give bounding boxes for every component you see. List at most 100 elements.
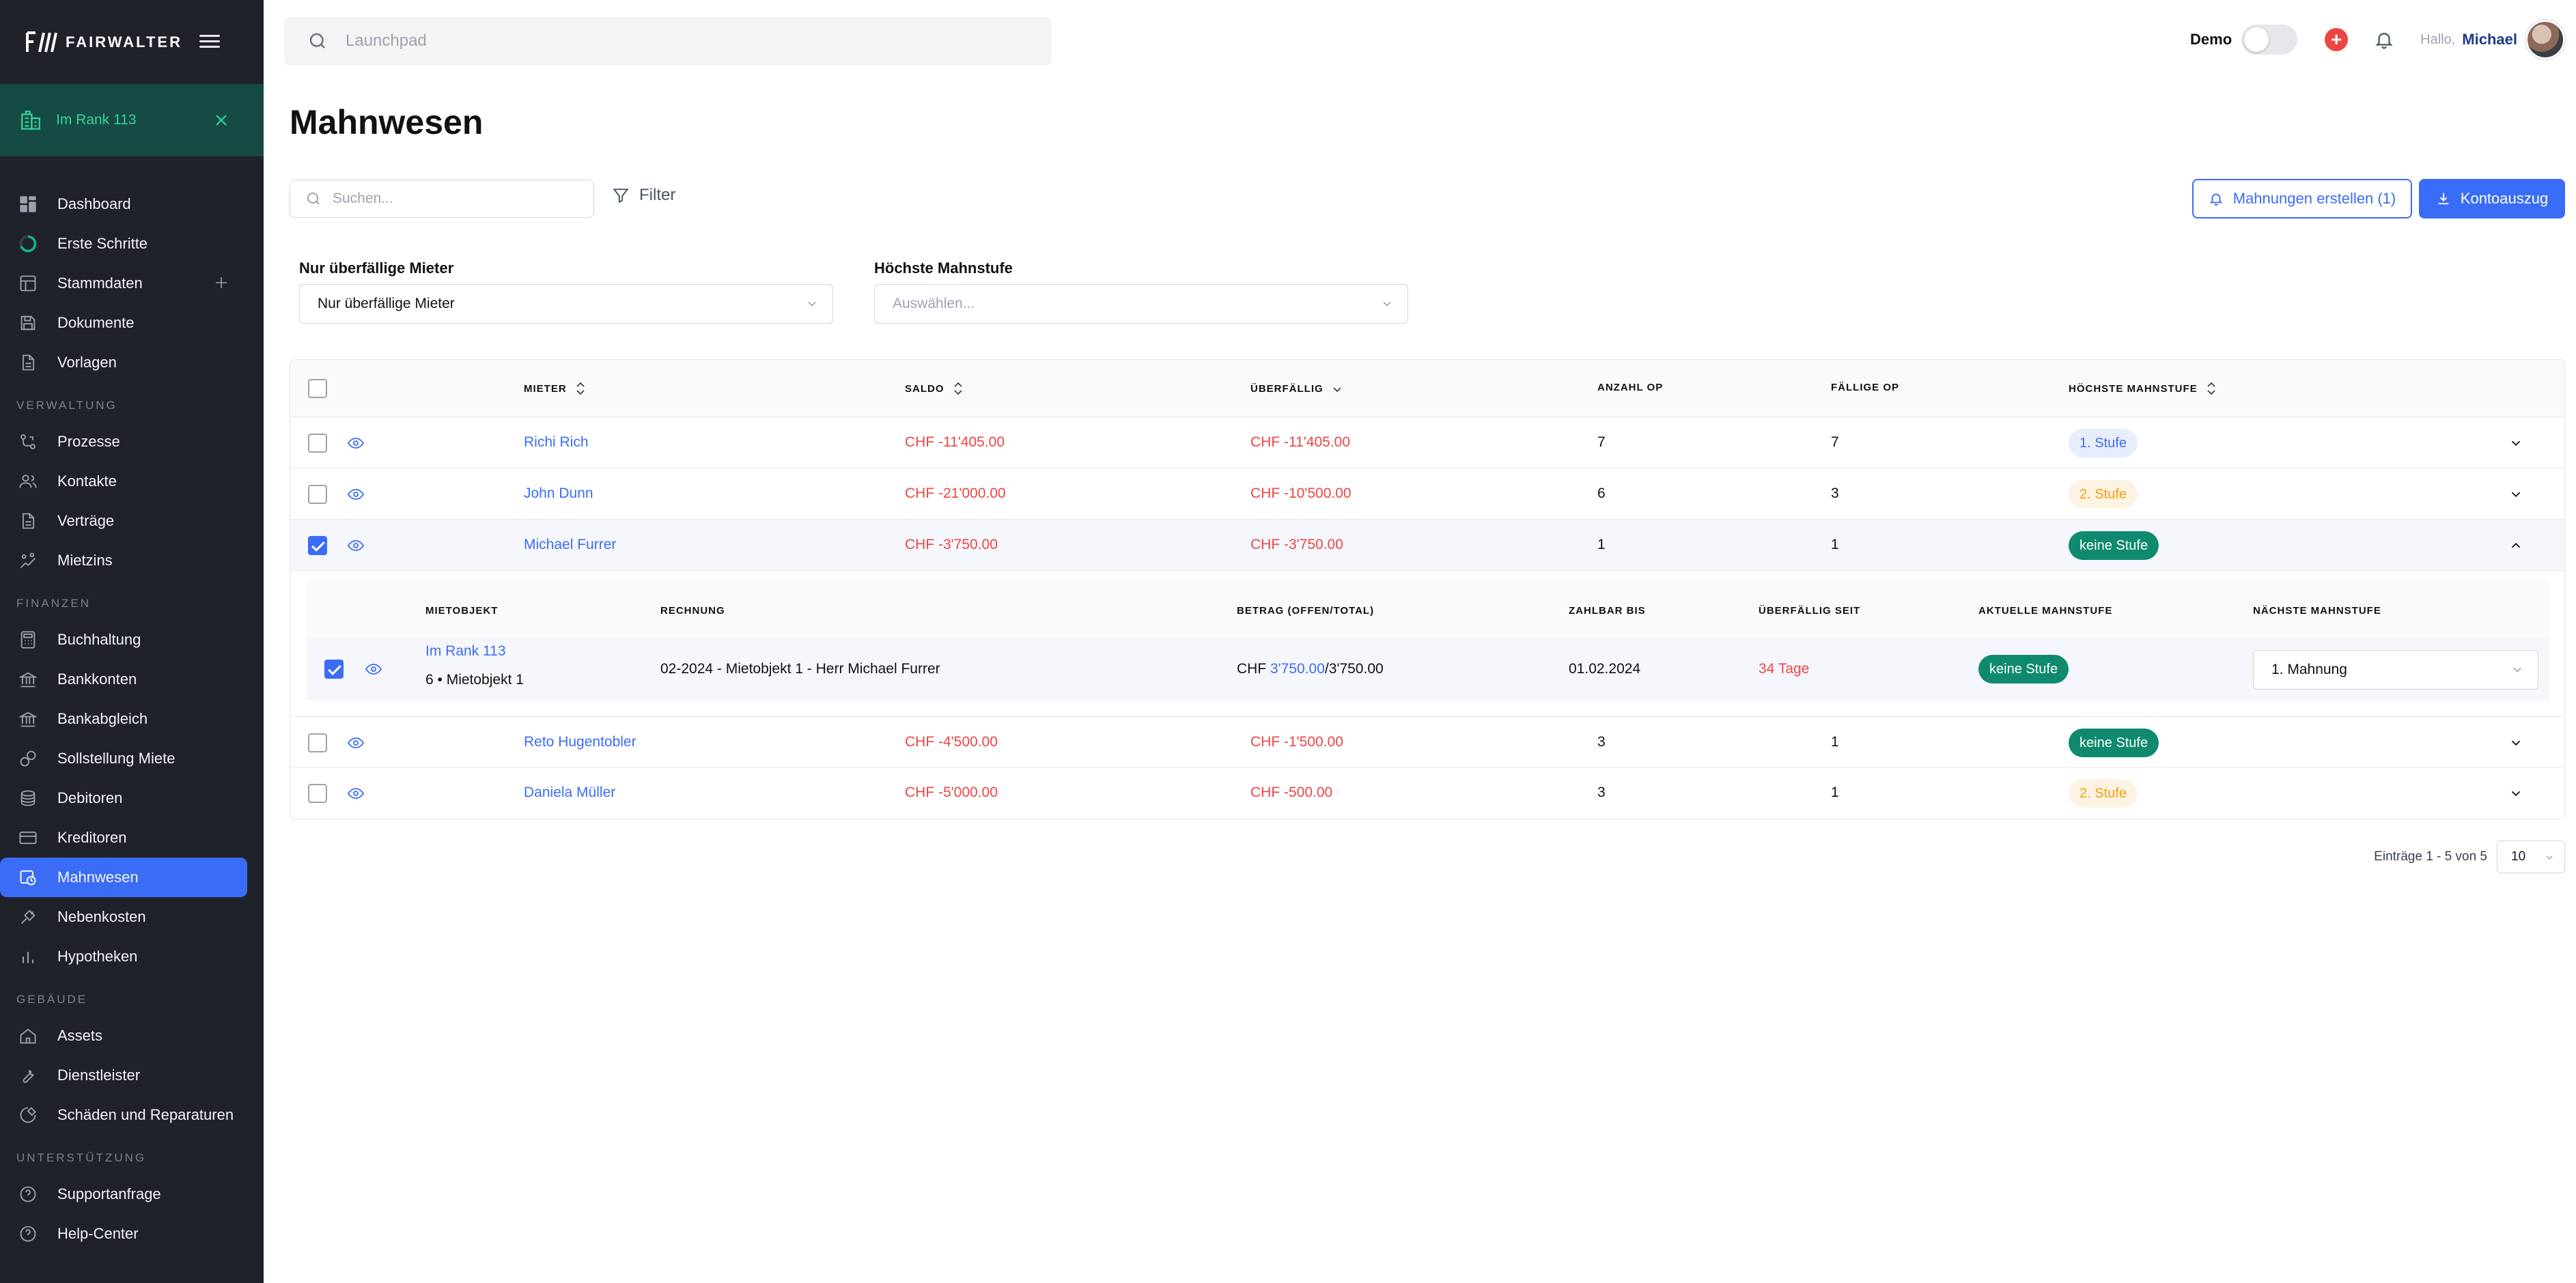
selected-property-banner[interactable]: Im Rank 113 [0,84,264,156]
quick-add-button[interactable]: + [2325,28,2349,51]
eye-icon[interactable] [364,661,383,677]
invoice-checkbox[interactable] [324,660,344,679]
sidebar-item-hypotheken[interactable]: Hypotheken [0,937,264,976]
invoice-row[interactable]: Im Rank 113 6 • Mietobjekt 1 02-2024 - M… [307,638,2549,701]
sidebar-item-bankkonten[interactable]: Bankkonten [0,660,264,699]
sidebar-item-prozesse[interactable]: Prozesse [0,422,264,462]
sidebar-item-kontakte[interactable]: Kontakte [0,462,264,501]
tenant-name[interactable]: Richi Rich [524,434,589,451]
column-header-label: ÜBERFÄLLIG [1250,382,1324,395]
tenant-name[interactable]: Daniela Müller [524,785,615,801]
sidebar-item-label: Mietzins [57,552,113,569]
sidebar-item-erste-schritte[interactable]: Erste Schritte [0,224,264,264]
process-icon [20,434,36,449]
sidebar-item-dokumente[interactable]: Dokumente [0,303,264,343]
column-header-ueberfaellig[interactable]: ÜBERFÄLLIG [1250,382,1343,395]
row-checkbox[interactable] [308,733,327,752]
table-row[interactable]: Richi Rich CHF -11'405.00 CHF -11'405.00… [290,417,2564,468]
sidebar-item-label: Assets [57,1027,103,1044]
next-level-select[interactable]: 1. Mahnung [2253,650,2538,690]
sidebar-item-help-center[interactable]: Help-Center [0,1214,264,1254]
table-row[interactable]: Reto Hugentobler CHF -4'500.00 CHF -1'50… [290,716,2564,767]
sidebar-item-mahnwesen[interactable]: Mahnwesen [0,858,247,897]
table-search-input[interactable] [333,191,592,207]
chevron-down-icon [808,301,816,307]
sidebar-item-kreditoren[interactable]: Kreditoren [0,818,264,858]
page-size-select[interactable]: 10 [2497,841,2565,873]
close-icon[interactable] [213,112,229,128]
sort-icon [953,382,962,395]
sidebar-item-debitoren[interactable]: Debitoren [0,778,264,818]
table-row[interactable]: Michael Furrer CHF -3'750.00 CHF -3'750.… [290,520,2564,571]
add-icon[interactable] [213,274,229,291]
table-row[interactable]: Daniela Müller CHF -5'000.00 CHF -500.00… [290,767,2564,819]
help-icon [20,1226,36,1242]
eye-icon[interactable] [346,486,365,503]
tenant-name[interactable]: John Dunn [524,485,593,502]
open-items-count: 6 [1597,485,1606,501]
eye-icon[interactable] [346,537,365,554]
filter-button[interactable]: Filter [612,186,675,205]
balance: CHF -3'750.00 [905,537,998,552]
tenant-name[interactable]: Michael Furrer [524,537,616,553]
property-link[interactable]: Im Rank 113 [425,643,506,660]
sidebar-item-assets[interactable]: Assets [0,1016,264,1056]
sidebar-item-sollstellung-miete[interactable]: Sollstellung Miete [0,739,264,778]
create-reminders-button[interactable]: Mahnungen erstellen (1) [2192,179,2412,218]
wrench-icon [23,1069,34,1083]
column-header-mieter[interactable]: MIETER [524,382,586,395]
notifications-bell-icon[interactable] [2374,29,2394,50]
filter-icon [613,188,629,203]
highest-level-filter-select[interactable]: Auswählen... [874,284,1408,324]
chevron-down-icon [2546,856,2553,860]
chevron-down-icon[interactable] [2508,786,2523,801]
menu-toggle-icon[interactable] [199,31,220,52]
bank-icon [18,711,38,727]
row-checkbox[interactable] [308,485,327,504]
tenant-name[interactable]: Reto Hugentobler [524,734,636,750]
eye-icon[interactable] [346,735,365,751]
sidebar-item-supportanfrage[interactable]: Supportanfrage [0,1174,264,1214]
sidebar-item-vertraege[interactable]: Verträge [0,501,264,541]
highest-level-filter-label: Höchste Mahnstufe [874,259,1013,277]
sidebar-item-mietzins[interactable]: Mietzins [0,541,264,580]
column-header-anzahl-op: ANZAHL OP [1597,382,1663,393]
eye-icon[interactable] [346,785,365,802]
chevron-down-icon[interactable] [2508,436,2523,451]
chevron-up-icon[interactable] [2508,538,2523,553]
launchpad-search-input[interactable] [346,31,960,51]
sidebar-item-vorlagen[interactable]: Vorlagen [0,343,264,382]
column-header-hoechste-mahnstufe[interactable]: HÖCHSTE MAHNSTUFE [2069,382,2217,395]
logo[interactable]: FAIRWALTER [26,29,182,56]
launchpad-search[interactable] [284,16,1052,66]
status-badge: keine Stufe [2069,729,2159,757]
sidebar-item-schaeden[interactable]: Schäden und Reparaturen [0,1095,264,1135]
table-search[interactable] [290,180,594,218]
column-header-saldo[interactable]: SALDO [905,382,964,395]
sort-icon [576,382,585,395]
overdue-filter-select[interactable]: Nur überfällige Mieter [299,284,833,324]
page-title: Mahnwesen [290,103,484,141]
sidebar-item-nebenkosten[interactable]: Nebenkosten [0,897,264,937]
avatar[interactable] [2525,20,2565,59]
sidebar-item-dashboard[interactable]: Dashboard [0,184,264,224]
sidebar-item-buchhaltung[interactable]: Buchhaltung [0,620,264,660]
user-name[interactable]: Michael [2462,31,2517,48]
open-items-count: 1 [1597,537,1606,552]
row-checkbox[interactable] [308,784,327,803]
chevron-down-icon[interactable] [2508,487,2523,502]
demo-toggle[interactable] [2241,25,2298,55]
sidebar-item-stammdaten[interactable]: Stammdaten [0,264,264,303]
sidebar-item-label: Kontakte [57,473,117,490]
pagination-summary: Einträge 1 - 5 von 5 [2374,849,2487,864]
eye-icon[interactable] [346,435,365,451]
sidebar-item-bankabgleich[interactable]: Bankabgleich [0,699,264,739]
select-all-checkbox[interactable] [308,379,327,398]
sidebar-item-dienstleister[interactable]: Dienstleister [0,1056,264,1095]
account-statement-button[interactable]: Kontoauszug [2419,179,2565,218]
progress-circle-icon [19,235,37,253]
table-row[interactable]: John Dunn CHF -21'000.00 CHF -10'500.00 … [290,468,2564,520]
chevron-down-icon[interactable] [2508,735,2523,750]
row-checkbox[interactable] [308,536,327,555]
row-checkbox[interactable] [308,434,327,453]
